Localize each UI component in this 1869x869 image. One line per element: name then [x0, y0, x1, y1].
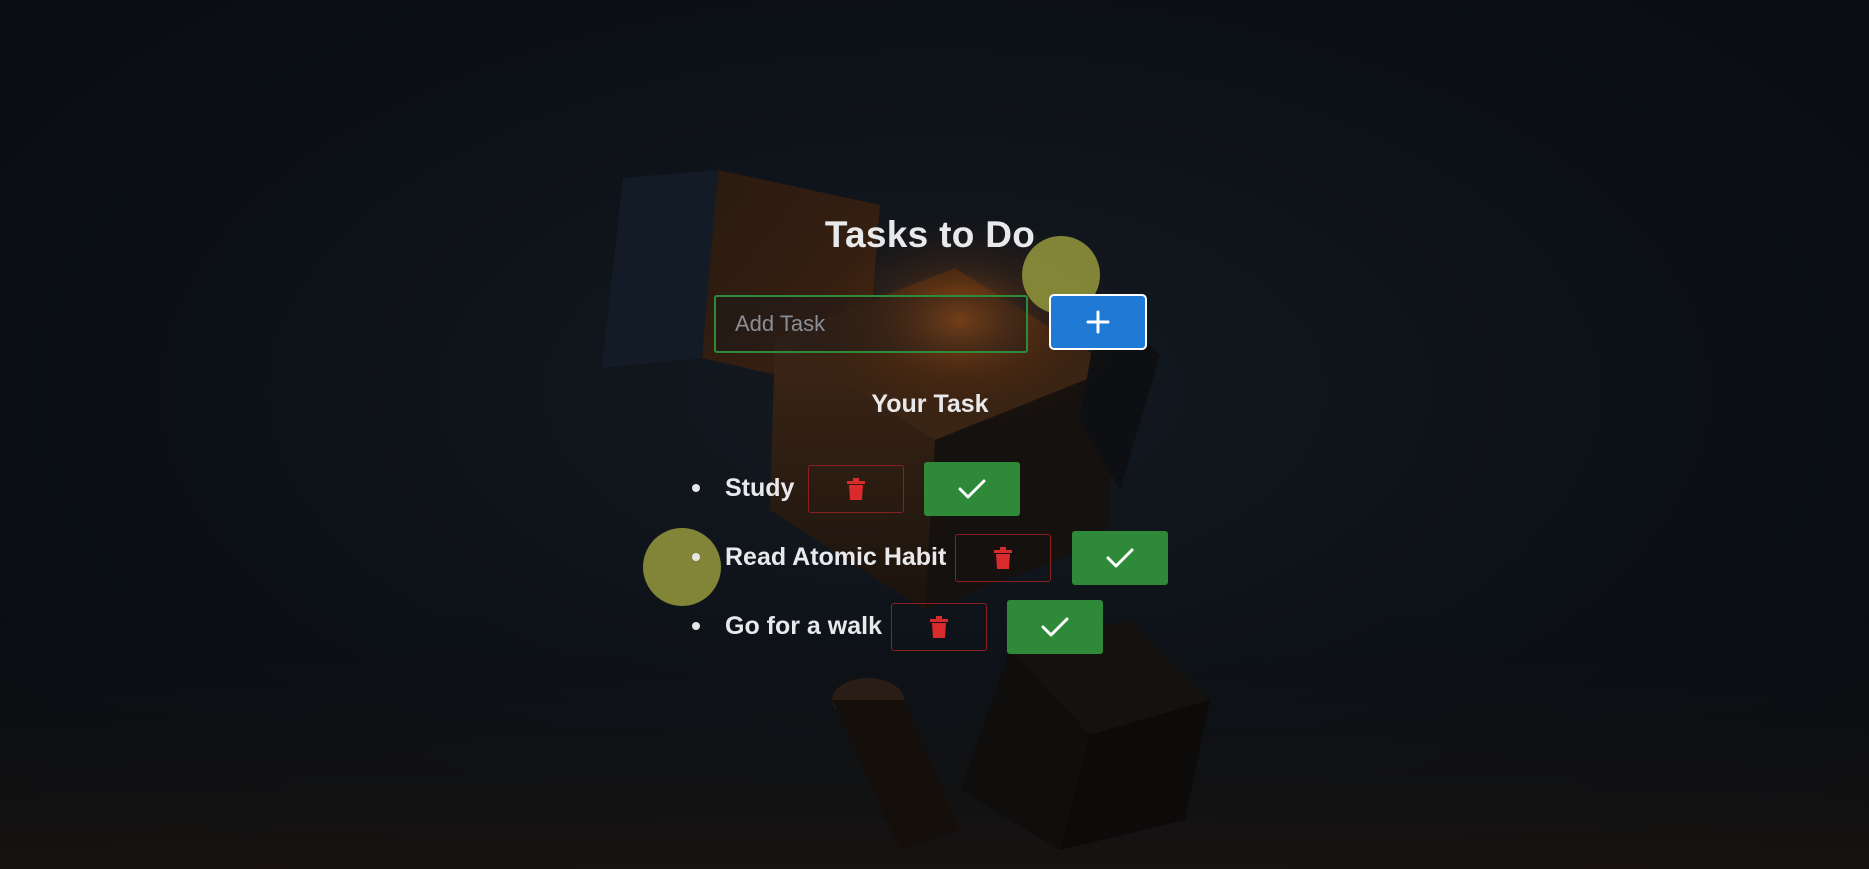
complete-task-button[interactable] — [924, 462, 1020, 516]
check-icon — [958, 479, 986, 499]
trash-icon — [930, 616, 948, 638]
decorative-blob-left — [643, 528, 721, 606]
complete-task-button[interactable] — [1007, 600, 1103, 654]
task-label: Study — [725, 473, 795, 502]
delete-task-button[interactable] — [891, 603, 987, 651]
app-root: Tasks to Do Your Task Study Rea — [0, 0, 1869, 869]
list-bullet — [692, 622, 700, 630]
list-bullet — [692, 484, 700, 492]
delete-task-button[interactable] — [808, 465, 904, 513]
plus-icon — [1086, 310, 1110, 334]
check-icon — [1106, 548, 1134, 568]
background-shapes — [0, 170, 1869, 869]
add-task-input[interactable] — [714, 295, 1028, 353]
list-bullet — [692, 553, 700, 561]
complete-task-button[interactable] — [1072, 531, 1168, 585]
task-label: Go for a walk — [725, 611, 882, 640]
page-title: Tasks to Do — [824, 214, 1036, 255]
trash-icon — [847, 478, 865, 500]
check-icon — [1041, 617, 1069, 637]
task-label: Read Atomic Habit — [725, 542, 947, 571]
delete-task-button[interactable] — [955, 534, 1051, 582]
add-task-button[interactable] — [1049, 294, 1147, 350]
trash-icon — [994, 547, 1012, 569]
task-list-heading: Your Task — [871, 390, 989, 418]
